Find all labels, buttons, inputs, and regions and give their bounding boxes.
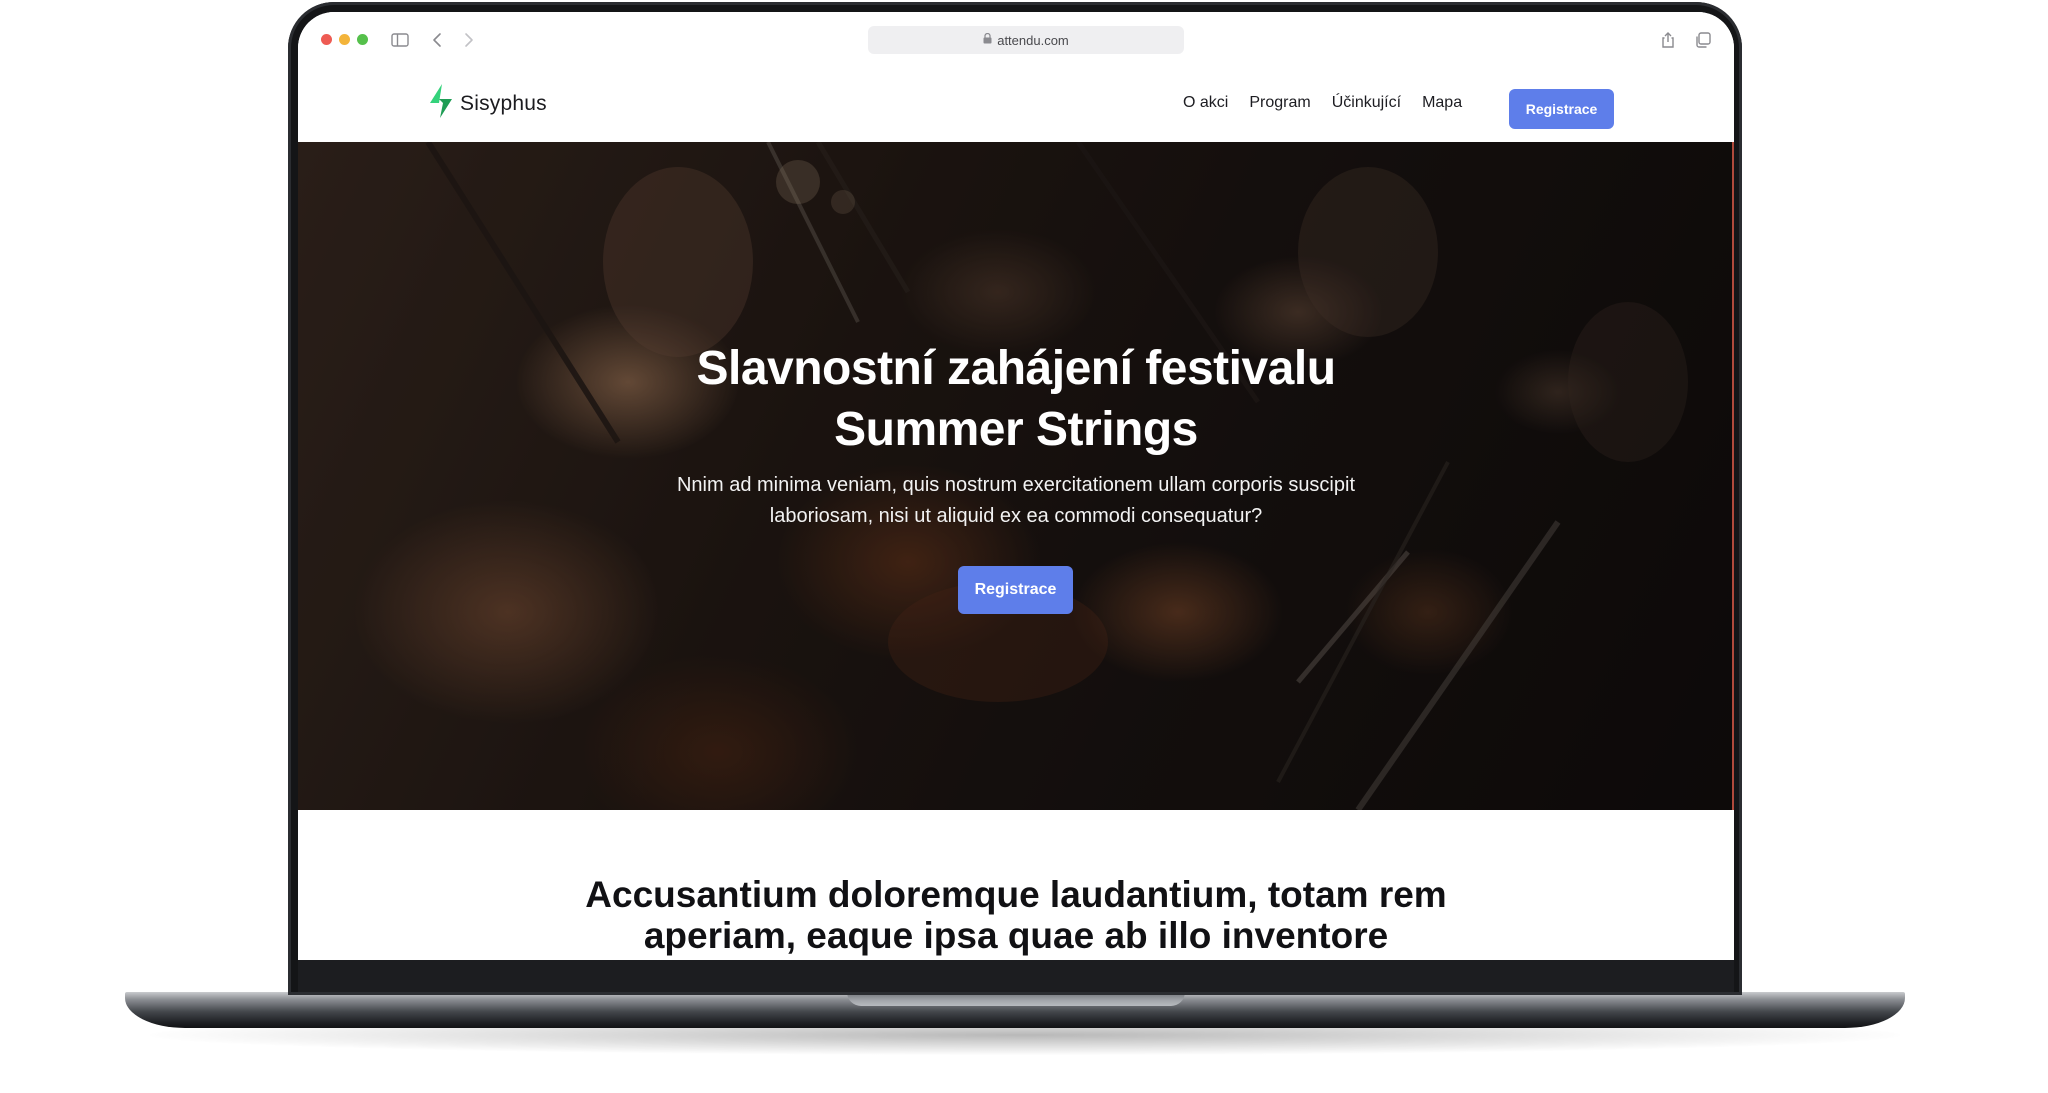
forward-icon[interactable] xyxy=(458,30,478,50)
nav-link-mapa[interactable]: Mapa xyxy=(1422,94,1462,112)
address-url: attendu.com xyxy=(997,32,1069,48)
hero-title: Slavnostní zahájení festivalu Summer Str… xyxy=(696,342,1336,456)
hero-section: Slavnostní zahájení festivalu Summer Str… xyxy=(298,142,1734,810)
lock-icon xyxy=(983,31,992,49)
address-bar[interactable]: attendu.com xyxy=(868,26,1184,54)
brand-name: Sisyphus xyxy=(460,91,547,115)
site-navbar: Sisyphus O akci Program Účinkující Mapa … xyxy=(298,64,1734,142)
hero-content: Slavnostní zahájení festivalu Summer Str… xyxy=(298,142,1734,810)
nav-link-ucinkujici[interactable]: Účinkující xyxy=(1332,94,1401,112)
hero-description: Nnim ad minima veniam, quis nostrum exer… xyxy=(676,474,1356,527)
nav-register-button[interactable]: Registrace xyxy=(1509,89,1614,129)
share-icon[interactable] xyxy=(1658,30,1678,50)
nav-links: O akci Program Účinkující Mapa xyxy=(1183,64,1462,142)
brand-link[interactable]: Sisyphus xyxy=(430,84,547,123)
minimize-window-button[interactable] xyxy=(339,34,350,45)
browser-toolbar: attendu.com xyxy=(298,12,1734,64)
hero-register-button[interactable]: Registrace xyxy=(958,566,1073,614)
section-heading: Accusantium doloremque laudantium, totam… xyxy=(585,874,1447,956)
nav-link-program[interactable]: Program xyxy=(1249,94,1310,112)
sidebar-icon[interactable] xyxy=(390,30,410,50)
lightning-logo-icon xyxy=(430,84,452,123)
zoom-window-button[interactable] xyxy=(357,34,368,45)
close-window-button[interactable] xyxy=(321,34,332,45)
tabs-icon[interactable] xyxy=(1693,30,1713,50)
nav-link-o-akci[interactable]: O akci xyxy=(1183,94,1228,112)
mockup-stage: attendu.com Sisyphus O akci Program Účin… xyxy=(0,0,2048,1093)
back-icon[interactable] xyxy=(428,30,448,50)
screen-bottom-bezel xyxy=(298,960,1734,992)
laptop-screen: attendu.com Sisyphus O akci Program Účin… xyxy=(298,12,1734,960)
